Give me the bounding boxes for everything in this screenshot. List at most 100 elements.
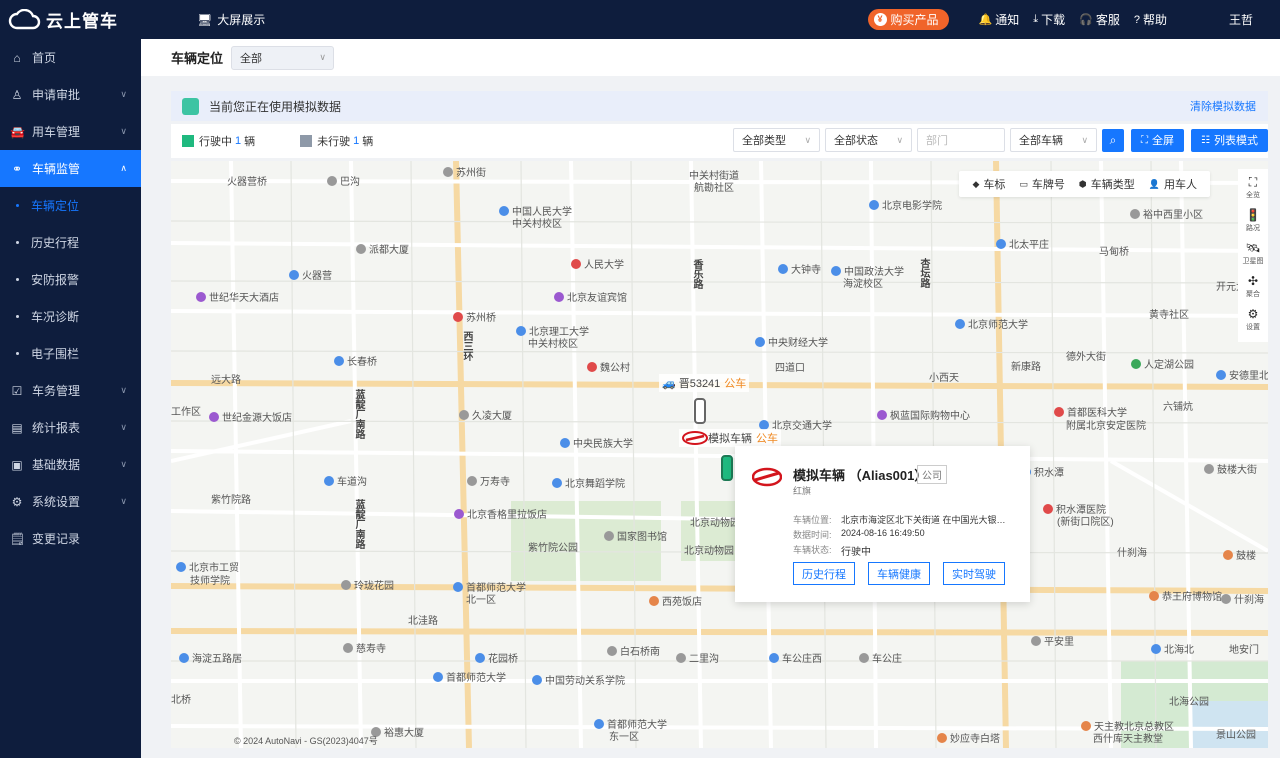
idle-swatch: [300, 135, 313, 147]
map-place-name: 北京电影学院: [882, 201, 942, 212]
map-place-label: 六铺炕: [1163, 398, 1193, 413]
map-tool-vehicle-type[interactable]: ⬢ 车辆类型: [1079, 176, 1135, 192]
sidebar-subitem-security-alarm[interactable]: 安防报警: [0, 261, 141, 298]
clear-simulation-link[interactable]: 清除模拟数据: [1190, 98, 1256, 114]
car-marker-idle[interactable]: [694, 398, 706, 424]
scope-select[interactable]: 全部 ∨: [231, 45, 335, 70]
car-tag: 公车: [756, 433, 778, 445]
service-link[interactable]: 🎧 客服: [1079, 11, 1120, 28]
map-place-name: 车公庄: [872, 654, 902, 665]
help-link[interactable]: ? 帮助: [1134, 11, 1167, 28]
car-label-2[interactable]: 模拟车辆 公车: [679, 429, 781, 447]
map-place-name: 中央民族大学: [573, 439, 633, 450]
live-driving-button[interactable]: 实时驾驶: [943, 562, 1005, 585]
sidebar-subitem-vehicle-location[interactable]: 车辆定位: [0, 187, 141, 224]
department-input[interactable]: 部门: [917, 128, 1006, 152]
vehicle-select-value: 全部车辆: [1019, 135, 1064, 147]
car-plate: 模拟车辆: [708, 433, 752, 445]
sidebar-subitem-diagnosis[interactable]: 车况诊断: [0, 298, 141, 335]
poi-pin-icon: [356, 243, 366, 254]
search-button[interactable]: ⌕: [1102, 128, 1125, 152]
sidebar-subitem-history-trip[interactable]: 历史行程: [0, 224, 141, 261]
type-select[interactable]: 全部类型 ∨: [733, 128, 821, 152]
fullscreen-button[interactable]: ⛶ 全屏: [1131, 128, 1185, 152]
map-place-name: 长春桥: [347, 357, 377, 368]
car-plate: 晋53241: [678, 378, 721, 390]
notification-link[interactable]: 🔔 通知: [979, 11, 1020, 28]
sidebar-item-settings[interactable]: ⚙ 系统设置 ∨: [0, 483, 141, 520]
map-place-label: 西苑饭店: [649, 593, 702, 608]
map-place-label: 慈寿寺: [343, 640, 386, 655]
traffic-light-icon: 🚦: [1245, 208, 1261, 222]
download-link[interactable]: ⤓ 下载: [1033, 11, 1065, 28]
buy-product-button[interactable]: ¥ 购买产品: [867, 9, 949, 30]
popup-row-status: 车辆状态: 行驶中: [793, 543, 1011, 558]
map-control-traffic[interactable]: 🚦 路况: [1246, 209, 1261, 233]
sidebar-item-label: 用车管理: [32, 125, 81, 139]
notice-icon: [182, 97, 199, 115]
sidebar-item-label: 变更记录: [32, 532, 81, 546]
car-marker-moving[interactable]: [721, 455, 733, 481]
sidebar-item-home[interactable]: ⌂ 首页: [0, 39, 141, 76]
sidebar-item-label: 系统设置: [32, 495, 81, 509]
map-place-name: 中关村校区: [512, 219, 562, 230]
map-place-name: 海淀五路居: [192, 654, 242, 665]
status-select[interactable]: 全部状态 ∨: [825, 128, 913, 152]
poi-pin-icon: [859, 652, 869, 663]
poi-pin-icon: [1043, 503, 1053, 514]
bullet-icon: [16, 315, 19, 318]
user-menu[interactable]: 王哲: [1229, 11, 1253, 28]
map-tool-plate[interactable]: ▭ 车牌号: [1019, 176, 1065, 192]
home-icon: ⌂: [13, 50, 21, 65]
list-mode-button[interactable]: ☷ 列表模式: [1191, 128, 1268, 152]
map-place-label: 人定湖公园: [1131, 356, 1194, 371]
map-tool-driver[interactable]: 👤 用车人: [1149, 176, 1197, 192]
scope-select-value: 全部: [240, 52, 263, 65]
vehicle-select[interactable]: 全部车辆 ∨: [1010, 128, 1098, 152]
map-view[interactable]: 苏州街 中关村街道 航勘社区 火器营桥 巴沟 北京电影学院 中国人民大学 中关村校区 裕中西里小…: [171, 161, 1268, 748]
sidebar-item-vehicle-monitor[interactable]: ⚭ 车辆监管 ∧: [0, 150, 141, 187]
app-logo[interactable]: 云上管车: [0, 7, 141, 32]
map-place-name: 北一区: [466, 595, 496, 606]
cluster-icon: ✣: [1247, 274, 1259, 288]
list-mode-label: 列表模式: [1214, 135, 1258, 147]
map-control-cluster[interactable]: ✣ 聚合: [1246, 275, 1260, 299]
map-place-label: 久凌大厦: [459, 407, 512, 422]
vehicle-health-button[interactable]: 车辆健康: [868, 562, 930, 585]
map-place-label: 车道沟: [324, 473, 367, 488]
map-place-name: 车道沟: [337, 477, 367, 488]
map-place-name: 积水潭: [1034, 468, 1064, 479]
map-place-name: 北京动物园: [690, 518, 740, 529]
sidebar-item-change-log[interactable]: 🗒 变更记录: [0, 520, 141, 557]
poi-pin-icon: [831, 265, 841, 276]
map-place-label: 魏公村: [587, 359, 630, 374]
map-place-name: 火器营桥: [227, 177, 267, 188]
map-control-settings[interactable]: ⚙ 设置: [1246, 308, 1260, 332]
map-place-label: 火器营: [289, 267, 332, 282]
map-place-name: 紫竹院路: [211, 495, 251, 506]
history-trip-button[interactable]: 历史行程: [793, 562, 855, 585]
poi-pin-icon: [649, 595, 659, 606]
map-place-name: 火器营: [302, 271, 332, 282]
map-place-name: 车公庄西: [782, 654, 822, 665]
sidebar-subitem-geofence[interactable]: 电子围栏: [0, 335, 141, 372]
map-control-satellite[interactable]: 🛰 卫星图: [1243, 242, 1264, 266]
sidebar-item-base-data[interactable]: ▣ 基础数据 ∨: [0, 446, 141, 483]
map-place-name: 北桥: [171, 695, 191, 706]
poi-pin-icon: [433, 671, 443, 682]
map-tool-car-logo[interactable]: ◆ 车标: [972, 176, 1005, 192]
map-controls: ⛶ 全览 🚦 路况 🛰 卫星图 ✣ 聚合 ⚙ 设置: [1238, 169, 1268, 342]
map-place-label: 北京动物园: [684, 542, 734, 557]
big-screen-link[interactable]: 🖥 大屏展示: [197, 11, 265, 28]
map-place-label: 二里沟: [676, 650, 719, 665]
sidebar-item-car-management[interactable]: 🚘 用车管理 ∨: [0, 113, 141, 150]
map-place-name: 大钟寺: [791, 265, 821, 276]
map-control-overview[interactable]: ⛶ 全览: [1246, 176, 1260, 200]
sidebar-item-approval[interactable]: ♙ 申请审批 ∨: [0, 76, 141, 113]
map-place-name: 紫竹院公园: [528, 543, 578, 554]
poi-pin-icon: [1223, 549, 1233, 560]
sidebar-item-affairs[interactable]: ☑ 车务管理 ∨: [0, 372, 141, 409]
sidebar-item-reports[interactable]: ▤ 统计报表 ∨: [0, 409, 141, 446]
poi-pin-icon: [467, 475, 477, 486]
car-label-1[interactable]: 🚙 晋53241 公车: [659, 374, 750, 392]
